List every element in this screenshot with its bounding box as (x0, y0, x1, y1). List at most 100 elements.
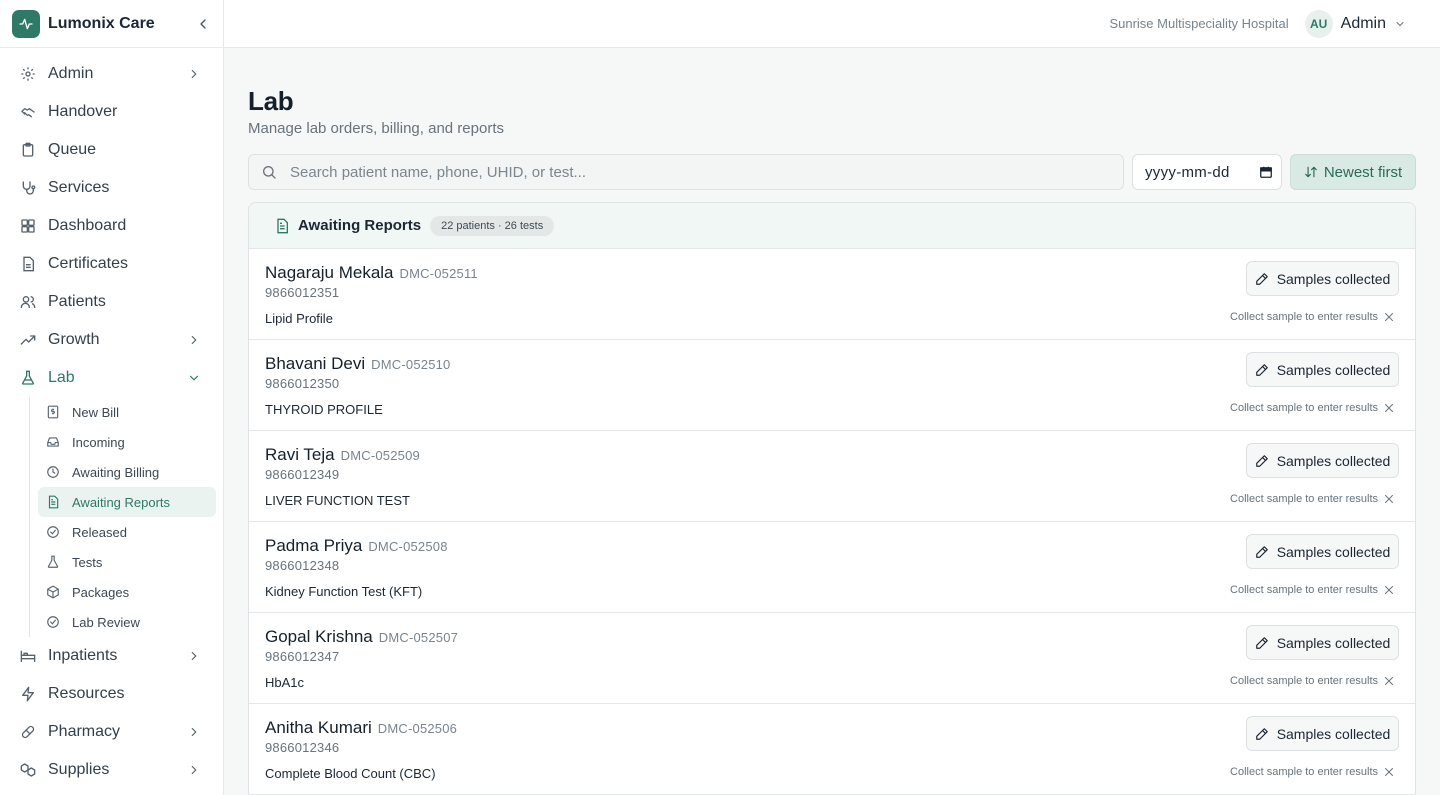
close-icon[interactable] (1383, 584, 1395, 596)
sidebar-item-label: Handover (48, 103, 118, 120)
trending-up-icon (20, 335, 36, 345)
clipboard-icon (22, 142, 34, 157)
sidebar-item-services[interactable]: Services (0, 169, 223, 207)
patient-uhid: DMC-052511 (399, 266, 478, 281)
test-name: THYROID PROFILE (265, 402, 383, 417)
pencil-icon (1255, 454, 1268, 467)
patient-phone: 9866012346 (265, 740, 340, 755)
lab-sub-incoming[interactable]: Incoming (38, 427, 216, 457)
sidebar-item-certificates[interactable]: Certificates (0, 245, 223, 283)
sidebar-item-admin[interactable]: Admin (0, 55, 223, 93)
patient-uhid: DMC-052510 (371, 357, 451, 372)
close-icon[interactable] (1383, 766, 1395, 778)
patient-name[interactable]: Ravi Teja (265, 445, 335, 464)
sidebar-item-inpatients[interactable]: Inpatients (0, 637, 223, 675)
sidebar-item-patients[interactable]: Patients (0, 283, 223, 321)
user-name[interactable]: Admin (1341, 15, 1386, 33)
zap-icon (22, 686, 34, 702)
sidebar-item-lab[interactable]: Lab (0, 359, 223, 397)
inbox-icon (47, 437, 59, 447)
pill-icon (21, 725, 35, 739)
patient-name[interactable]: Bhavani Devi (265, 354, 365, 373)
hint-text: Collect sample to enter results (1230, 766, 1378, 778)
pencil-icon (1255, 363, 1268, 376)
sort-button[interactable]: Newest first (1290, 154, 1416, 190)
file-icon (23, 256, 34, 272)
brand-name: Lumonix Care (48, 14, 155, 32)
bed-icon (20, 650, 36, 662)
sidebar-item-handover[interactable]: Handover (0, 93, 223, 131)
patient-phone: 9866012350 (265, 376, 340, 391)
sidebar-item-pharmacy[interactable]: Pharmacy (0, 713, 223, 751)
package-icon (47, 585, 59, 599)
handshake-icon (21, 108, 35, 118)
patient-name[interactable]: Gopal Krishna (265, 627, 373, 646)
sidebar-item-label: Queue (48, 141, 97, 158)
chevron-left-icon[interactable] (195, 16, 211, 32)
boxes-icon (20, 763, 36, 777)
sidebar-item-growth[interactable]: Growth (0, 321, 223, 359)
samples-collected-button[interactable]: Samples collected (1246, 625, 1399, 660)
main-content: Lab Manage lab orders, billing, and repo… (248, 48, 1416, 795)
search-icon (263, 166, 276, 179)
lab-sub-new-bill[interactable]: New Bill (38, 397, 216, 427)
top-bar: Sunrise Multispeciality Hospital AU Admi… (224, 0, 1440, 48)
patient-name[interactable]: Anitha Kumari (265, 718, 372, 737)
file-text-icon (48, 495, 59, 509)
avatar[interactable]: AU (1304, 9, 1333, 38)
chevron-right-icon (191, 651, 197, 661)
sidebar-item-queue[interactable]: Queue (0, 131, 223, 169)
panel-header: Awaiting Reports 22 patients · 26 tests (249, 203, 1415, 249)
close-icon[interactable] (1383, 402, 1395, 414)
action-label: Samples collected (1276, 543, 1391, 560)
hint-text: Collect sample to enter results (1230, 675, 1378, 687)
chevron-down-icon[interactable] (1394, 18, 1406, 30)
patient-name[interactable]: Padma Priya (265, 536, 362, 555)
test-name: HbA1c (265, 675, 305, 690)
hint-text: Collect sample to enter results (1230, 493, 1378, 505)
patient-uhid: DMC-052509 (340, 448, 420, 463)
lab-sub-label: Incoming (72, 434, 125, 450)
sidebar-item-supplies[interactable]: Supplies (0, 751, 223, 789)
sidebar-item-dashboard[interactable]: Dashboard (0, 207, 223, 245)
list-item: Padma Priya DMC-052508 9866012348 Kidney … (249, 522, 1415, 613)
samples-collected-button[interactable]: Samples collected (1246, 716, 1399, 751)
page-subtitle: Manage lab orders, billing, and reports (248, 120, 504, 137)
close-icon[interactable] (1383, 311, 1395, 323)
patient-name[interactable]: Nagaraju Mekala (265, 263, 394, 282)
test-name: LIVER FUNCTION TEST (265, 493, 410, 508)
patient-phone: 9866012351 (265, 285, 340, 300)
patient-phone: 9866012348 (265, 558, 340, 573)
calendar-icon[interactable] (1259, 165, 1273, 179)
lab-sub-awaiting-reports[interactable]: Awaiting Reports (38, 487, 216, 517)
lab-sub-tests[interactable]: Tests (38, 547, 216, 577)
samples-collected-button[interactable]: Samples collected (1246, 352, 1399, 387)
check-circle-icon (47, 526, 59, 538)
action-label: Samples collected (1276, 361, 1391, 378)
count-badge: 22 patients · 26 tests (430, 215, 555, 236)
close-icon[interactable] (1383, 493, 1395, 505)
lab-sub-awaiting-billing[interactable]: Awaiting Billing (38, 457, 216, 487)
lab-sub-lab-review[interactable]: Lab Review (38, 607, 216, 637)
lab-sub-label: New Bill (72, 404, 119, 420)
samples-collected-button[interactable]: Samples collected (1246, 261, 1399, 296)
chevron-right-icon (191, 765, 197, 775)
sidebar-item-label: Dashboard (48, 217, 127, 234)
samples-collected-button[interactable]: Samples collected (1246, 443, 1399, 478)
hint-text: Collect sample to enter results (1230, 584, 1378, 596)
date-input[interactable]: yyyy-mm-dd (1132, 154, 1282, 190)
awaiting-reports-panel: Awaiting Reports 22 patients · 26 tests … (248, 202, 1416, 795)
receipt-icon (47, 405, 59, 419)
samples-collected-button[interactable]: Samples collected (1246, 534, 1399, 569)
chevron-right-icon (191, 69, 197, 79)
sidebar-nav: Admin Handover Queue Services Dashboard … (0, 48, 223, 789)
list-item: Anitha Kumari DMC-052506 9866012346 Compl… (249, 704, 1415, 795)
lab-sub-released[interactable]: Released (38, 517, 216, 547)
search-input[interactable] (290, 163, 1090, 181)
list-item: Ravi Teja DMC-052509 9866012349 LIVER FUN… (249, 431, 1415, 522)
sidebar-item-label: Pharmacy (48, 723, 121, 740)
close-icon[interactable] (1383, 675, 1395, 687)
sidebar-item-resources[interactable]: Resources (0, 675, 223, 713)
sidebar-item-label: Lab (48, 369, 75, 386)
lab-sub-packages[interactable]: Packages (38, 577, 216, 607)
